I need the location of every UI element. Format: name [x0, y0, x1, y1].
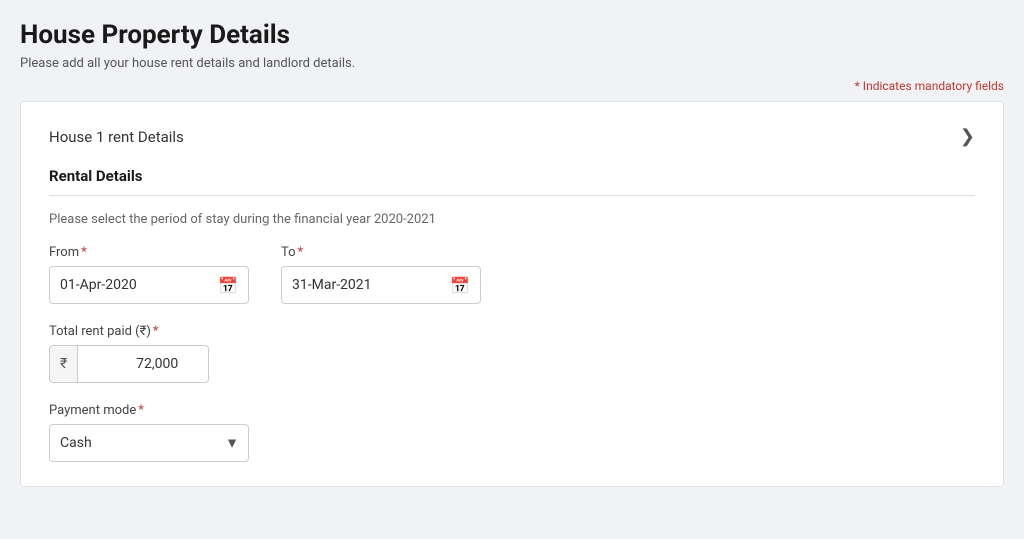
- from-group: From* 📅: [49, 245, 249, 304]
- card-title: House 1 rent Details: [49, 128, 184, 146]
- to-calendar-icon[interactable]: 📅: [450, 276, 470, 295]
- rent-label: Total rent paid (₹)*: [49, 324, 975, 339]
- payment-mode-label: Payment mode*: [49, 403, 975, 418]
- page-header: House Property Details Please add all yo…: [20, 20, 1004, 71]
- date-row: From* 📅 To* 📅: [49, 245, 975, 304]
- payment-mode-select[interactable]: Cash Cheque Online Transfer: [49, 424, 249, 462]
- to-required: *: [298, 245, 304, 260]
- to-group: To* 📅: [281, 245, 481, 304]
- collapse-icon[interactable]: ❯: [960, 126, 975, 147]
- to-date-input-wrapper[interactable]: 📅: [281, 266, 481, 304]
- page-title: House Property Details: [20, 20, 1004, 50]
- from-date-input[interactable]: [60, 277, 200, 293]
- section-title: Rental Details: [49, 167, 975, 196]
- from-required: *: [81, 245, 87, 260]
- to-date-input[interactable]: [292, 277, 432, 293]
- rent-group: Total rent paid (₹)* ₹: [49, 324, 975, 383]
- payment-mode-group: Payment mode* Cash Cheque Online Transfe…: [49, 403, 975, 462]
- period-note: Please select the period of stay during …: [49, 212, 975, 227]
- rent-required: *: [153, 324, 159, 339]
- rent-input-wrapper[interactable]: ₹: [49, 345, 209, 383]
- from-calendar-icon[interactable]: 📅: [218, 276, 238, 295]
- from-label: From*: [49, 245, 249, 260]
- currency-symbol: ₹: [50, 346, 78, 382]
- rent-input[interactable]: [78, 356, 188, 372]
- card-header: House 1 rent Details ❯: [49, 126, 975, 147]
- mandatory-note: * Indicates mandatory fields: [20, 79, 1004, 93]
- from-date-input-wrapper[interactable]: 📅: [49, 266, 249, 304]
- page-subtitle: Please add all your house rent details a…: [20, 56, 1004, 71]
- payment-mode-select-wrapper: Cash Cheque Online Transfer ▼: [49, 424, 249, 462]
- house-property-card: House 1 rent Details ❯ Rental Details Pl…: [20, 101, 1004, 487]
- to-label: To*: [281, 245, 481, 260]
- payment-mode-required: *: [138, 403, 144, 418]
